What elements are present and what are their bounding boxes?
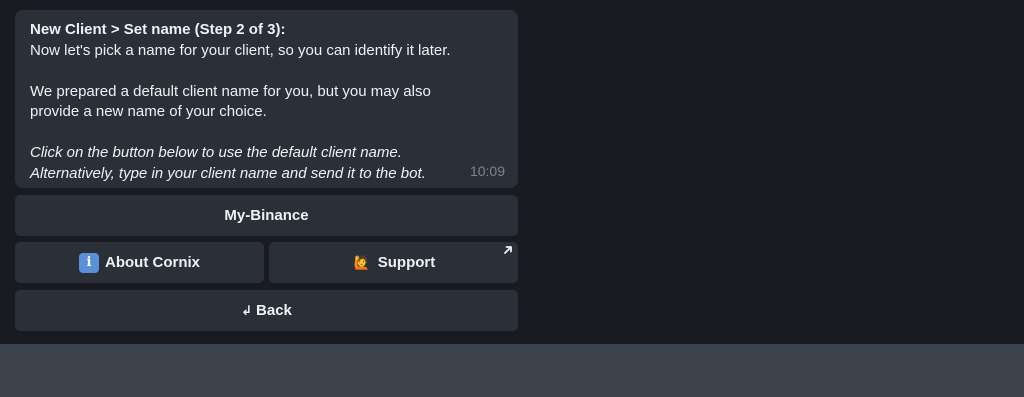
default-name-button[interactable]: My-Binance bbox=[15, 195, 518, 236]
raising-hand-icon: 🙋 bbox=[353, 254, 370, 270]
external-link-arrow-icon bbox=[504, 246, 512, 254]
message-text-line: We prepared a default client name for yo… bbox=[30, 82, 431, 100]
chat-area: New Client > Set name (Step 2 of 3): Now… bbox=[0, 0, 1024, 344]
default-name-label: My-Binance bbox=[224, 207, 309, 224]
back-label: Back bbox=[256, 302, 292, 319]
support-label: Support bbox=[377, 254, 436, 271]
message-hint-line: Alternatively, type in your client name … bbox=[30, 164, 426, 182]
support-button[interactable]: 🙋 Support bbox=[269, 242, 518, 283]
message-timestamp: 10:09 bbox=[469, 162, 505, 179]
message-text-line: provide a new name of your choice. bbox=[30, 103, 267, 120]
info-icon: i bbox=[79, 252, 99, 273]
message-title: New Client > Set name (Step 2 of 3): bbox=[30, 21, 286, 38]
message-hint-line: Click on the button below to use the def… bbox=[30, 144, 402, 161]
back-button[interactable]: ↲ Back bbox=[15, 290, 518, 331]
input-focus-line bbox=[0, 344, 1024, 397]
message-text-line: Now let's pick a name for your client, s… bbox=[30, 41, 451, 59]
about-cornix-button[interactable]: i About Cornix bbox=[15, 242, 264, 283]
return-arrow-icon: ↲ bbox=[241, 302, 253, 318]
bot-message-bubble: New Client > Set name (Step 2 of 3): Now… bbox=[15, 10, 518, 188]
about-cornix-label: About Cornix bbox=[105, 254, 200, 271]
